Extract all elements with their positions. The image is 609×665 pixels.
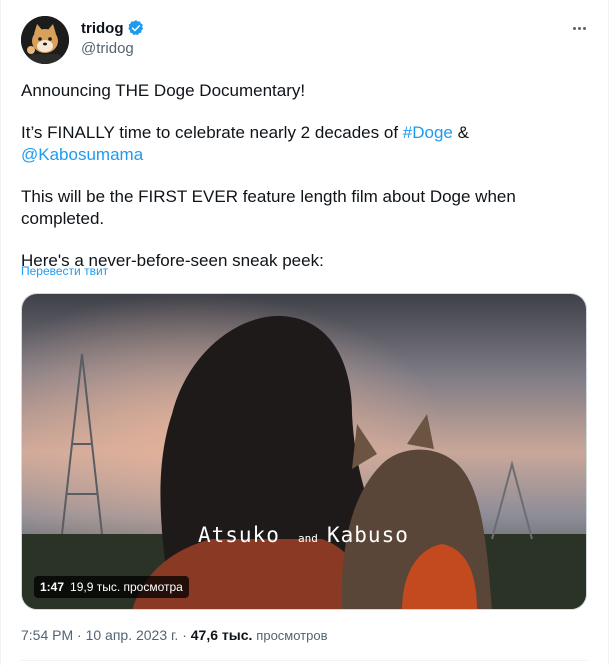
tweet-time[interactable]: 7:54 PM [21, 627, 73, 643]
tweet-text: Announcing THE Doge Documentary! It’s FI… [21, 80, 587, 272]
views-count: 47,6 тыс. [190, 627, 253, 643]
video-duration: 1:47 [40, 580, 65, 594]
video-player[interactable]: Atsuko and Kabuso 1:47 19,9 тыс. просмот… [21, 293, 587, 610]
tweet-line-2-text: It’s FINALLY time to celebrate nearly 2 … [21, 123, 399, 142]
tweet-line-3: This will be the FIRST EVER feature leng… [21, 187, 516, 228]
avatar[interactable] [21, 16, 69, 64]
video-caption-left: Atsuko [198, 523, 280, 547]
video-info-badge: 1:47 19,9 тыс. просмотра [34, 576, 189, 598]
video-caption-right: Kabuso [327, 523, 409, 547]
footer-divider [21, 660, 587, 661]
video-views: 19,9 тыс. просмотра [70, 580, 183, 594]
mention-link[interactable]: @Kabosumama [21, 145, 143, 164]
hashtag-link[interactable]: #Doge [403, 123, 453, 142]
translate-tweet-link[interactable]: Перевести твит [21, 264, 108, 278]
meta-separator-2: · [182, 627, 187, 643]
views-label: просмотров [256, 628, 328, 643]
more-horizontal-icon[interactable] [567, 18, 591, 38]
tweet-date[interactable]: 10 апр. 2023 г. [86, 627, 179, 643]
meta-separator: · [77, 627, 82, 643]
video-caption-mid: and [298, 532, 318, 545]
ampersand-text: & [457, 123, 469, 142]
video-thumbnail: Atsuko and Kabuso [22, 294, 586, 609]
author-handle[interactable]: @tridog [81, 40, 134, 57]
author-display-name[interactable]: tridog [81, 20, 124, 37]
tweet-line-2: It’s FINALLY time to celebrate nearly 2 … [21, 122, 587, 166]
tweet-meta: 7:54 PM · 10 апр. 2023 г. · 47,6 тыс. пр… [21, 627, 328, 643]
shiba-avatar-icon [21, 16, 69, 64]
frame-border-left [0, 0, 1, 665]
author-name-row: tridog [81, 19, 145, 37]
tweet-header: tridog @tridog [21, 16, 591, 64]
tweet-line-1: Announcing THE Doge Documentary! [21, 81, 306, 100]
verified-badge-icon [127, 20, 143, 36]
